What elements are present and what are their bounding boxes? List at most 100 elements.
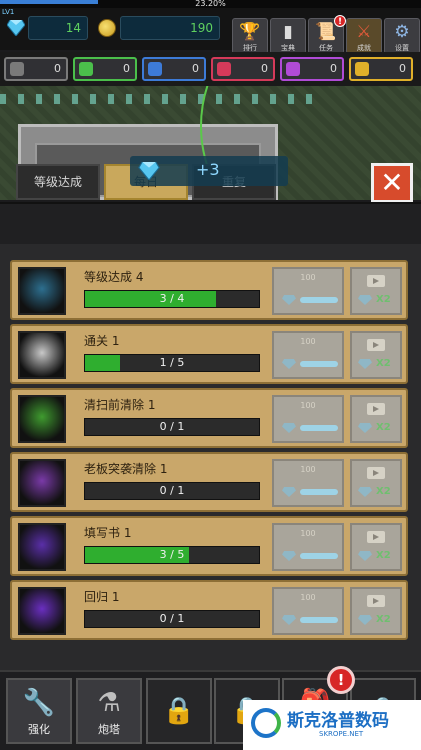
key-counter-purple: 0 xyxy=(280,57,344,81)
gem-icon xyxy=(358,615,372,625)
claim-reward-button[interactable]: 100 xyxy=(272,459,344,507)
claim-reward-button[interactable]: 100 xyxy=(272,331,344,379)
video-play-icon xyxy=(367,595,385,607)
key-counter-green: 0 xyxy=(73,57,137,81)
quest-progress-text: 0 / 1 xyxy=(159,420,185,433)
potion-icon: ⚗ xyxy=(97,688,121,718)
gem-icon xyxy=(282,615,296,625)
quest-button[interactable]: 📜 ! 任务 xyxy=(308,15,346,54)
video-play-icon xyxy=(367,339,385,351)
claim-reward-button[interactable]: 100 xyxy=(272,267,344,315)
quest-progress-text: 0 / 1 xyxy=(159,612,185,625)
quest-thumbnail xyxy=(18,331,66,379)
gem-icon xyxy=(358,551,372,561)
quest-title: 填写书 1 xyxy=(84,526,132,540)
gem-icon xyxy=(282,487,296,497)
quest-progress-text: 1 / 5 xyxy=(159,356,185,369)
key-yellow-icon xyxy=(355,62,369,76)
video-play-icon xyxy=(367,531,385,543)
gem-icon xyxy=(138,162,160,180)
quest-progress-text: 3 / 5 xyxy=(159,548,185,561)
quest-title: 等级达成 4 xyxy=(84,270,144,284)
load-percent: 23.20% xyxy=(195,0,226,8)
wrench-icon: 🔧 xyxy=(22,688,56,718)
video-play-icon xyxy=(367,467,385,479)
quest-title: 清扫前清除 1 xyxy=(84,398,156,412)
watch-ad-double-button[interactable]: X2 xyxy=(350,459,402,507)
quest-thumbnail xyxy=(18,587,66,635)
video-play-icon xyxy=(367,403,385,415)
gem-icon xyxy=(282,423,296,433)
quest-row: 等级达成 4 3 / 4 100 X2 xyxy=(10,260,408,320)
claim-reward-button[interactable]: 100 xyxy=(272,395,344,443)
close-button[interactable]: ✕ xyxy=(371,163,413,203)
claim-reward-button[interactable]: 100 xyxy=(272,523,344,571)
quest-row: 填写书 1 3 / 5 100 X2 xyxy=(10,516,408,576)
quest-progress-bar: 3 / 5 xyxy=(84,546,260,564)
gem-icon xyxy=(358,295,372,305)
gem-icon xyxy=(282,295,296,305)
watch-ad-double-button[interactable]: X2 xyxy=(350,395,402,443)
watch-ad-double-button[interactable]: X2 xyxy=(350,331,402,379)
reward-amount: +3 xyxy=(196,160,220,179)
quest-title: 回归 1 xyxy=(84,590,120,604)
settings-button[interactable]: ⚙ 设置 xyxy=(384,18,420,54)
key-counter-yellow: 0 xyxy=(349,57,413,81)
quest-progress-text: 3 / 4 xyxy=(159,292,185,305)
quest-title: 通关 1 xyxy=(84,334,120,348)
key-purple-icon xyxy=(286,62,300,76)
quest-thumbnail xyxy=(18,459,66,507)
key-counter-gray: 0 xyxy=(4,57,68,81)
locked-slot-1[interactable]: 🔒 xyxy=(146,678,212,744)
alert-badge: ! xyxy=(327,666,355,694)
key-green-icon xyxy=(79,62,93,76)
quest-row: 清扫前清除 10 / 1 100 X2 xyxy=(10,388,408,448)
gem-icon xyxy=(282,551,296,561)
watermark: 斯克洛普数码 SKROPE.NET xyxy=(243,700,421,750)
quest-progress-bar: 0 / 1 xyxy=(84,610,260,628)
codex-button[interactable]: ▮ 宝典 xyxy=(270,18,306,54)
quest-thumbnail xyxy=(18,523,66,571)
reward-toast: +3 xyxy=(130,156,288,186)
quest-thumbnail xyxy=(18,267,66,315)
key-red-icon xyxy=(217,62,231,76)
quest-row: 回归 1 0 / 1 100 X2 xyxy=(10,580,408,640)
ranking-button[interactable]: 🏆 排行 xyxy=(232,18,268,54)
coin-icon xyxy=(98,19,116,37)
quest-panel: 等级达成 43 / 4 100 X2 通关 11 / 5 100 X2 清扫前清除 10 /… xyxy=(0,202,421,670)
status-bar: 23.20% xyxy=(0,0,421,8)
claim-reward-button[interactable]: 100 xyxy=(272,587,344,635)
key-counter-red: 0 xyxy=(211,57,275,81)
game-screen: 23.20% LV1 14 190 🏆 排行 ▮ 宝典 📜 ! 任务 ⚔ 成就 … xyxy=(0,0,421,750)
gem-icon xyxy=(282,359,296,369)
quest-progress-bar: 0 / 1 xyxy=(84,482,260,500)
turret-button[interactable]: ⚗ 炮塔 xyxy=(76,678,142,744)
gem-icon xyxy=(358,487,372,497)
achievement-button[interactable]: ⚔ 成就 xyxy=(346,18,382,54)
gear-icon: ⚙ xyxy=(394,22,410,42)
upgrade-button[interactable]: 🔧 强化 xyxy=(6,678,72,744)
quest-title: 老板突袭清除 1 xyxy=(84,462,168,476)
sword-icon: ⚔ xyxy=(356,22,372,42)
lock-icon: 🔒 xyxy=(162,696,196,726)
book-icon: ▮ xyxy=(283,22,293,42)
gem-icon xyxy=(358,423,372,433)
quest-row: 老板突袭清除 1 0 / 1 100 X2 xyxy=(10,452,408,512)
coin-count: 190 xyxy=(120,16,220,40)
watch-ad-double-button[interactable]: X2 xyxy=(350,587,402,635)
level-badge: LV1 xyxy=(2,8,15,16)
quest-alert-badge: ! xyxy=(334,15,346,27)
trophy-icon: 🏆 xyxy=(239,22,261,42)
quest-progress-bar: 0 / 1 xyxy=(84,418,260,436)
tab-level[interactable]: 等级达成 xyxy=(16,164,100,200)
key-gray-icon xyxy=(10,62,24,76)
quest-row: 通关 1 1 / 5 100 X2 xyxy=(10,324,408,384)
quest-thumbnail xyxy=(18,395,66,443)
gem-icon xyxy=(7,20,25,36)
watch-ad-double-button[interactable]: X2 xyxy=(350,267,402,315)
watermark-logo-icon xyxy=(251,708,281,738)
quest-progress-bar: 1 / 5 xyxy=(84,354,260,372)
gem-icon xyxy=(358,359,372,369)
key-blue-icon xyxy=(148,62,162,76)
watch-ad-double-button[interactable]: X2 xyxy=(350,523,402,571)
